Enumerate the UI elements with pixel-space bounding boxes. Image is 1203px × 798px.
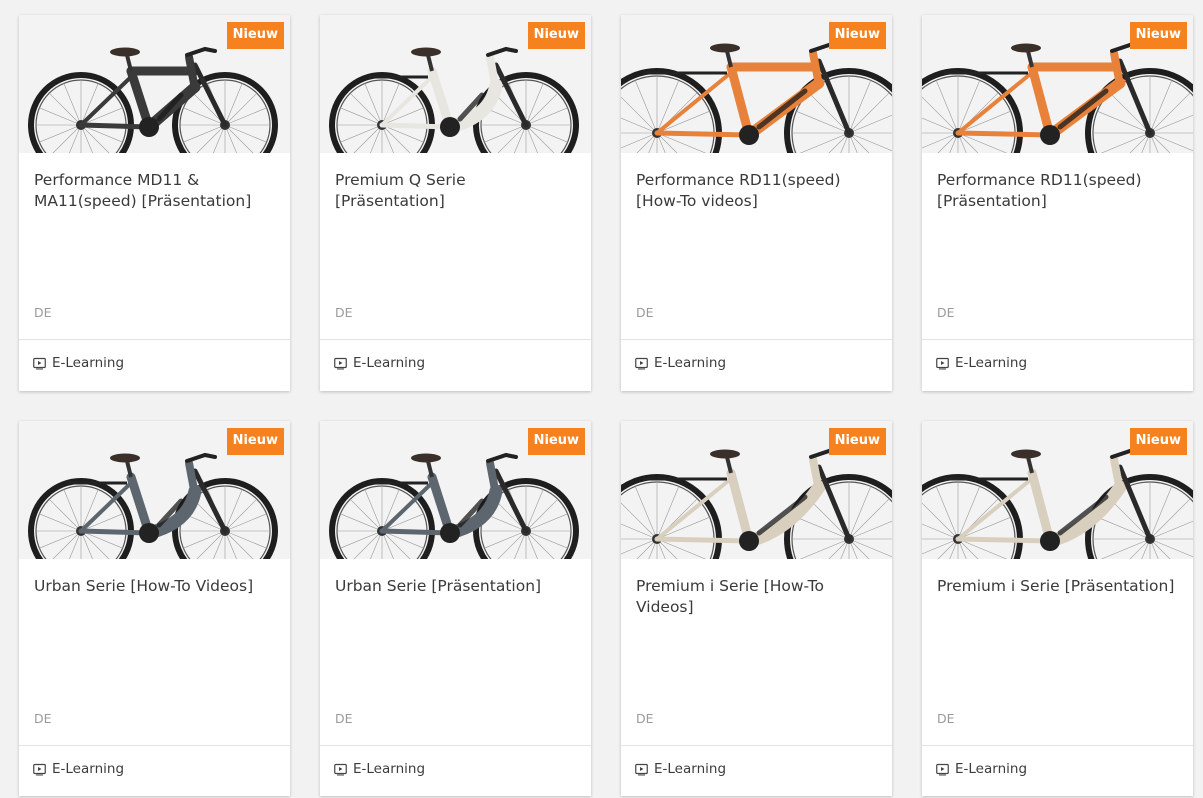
video-play-icon [33, 357, 46, 370]
new-badge: Nieuw [527, 22, 585, 49]
language-label: DE [937, 305, 955, 320]
course-type: E-Learning [936, 355, 1027, 371]
language-label: DE [937, 711, 955, 726]
course-type: E-Learning [33, 355, 124, 371]
course-type-label: E-Learning [52, 355, 125, 371]
course-title[interactable]: Performance MD11 & MA11(speed) [Präsenta… [34, 170, 278, 212]
language-label: DE [34, 711, 52, 726]
video-play-icon [33, 763, 46, 776]
video-play-icon [635, 357, 648, 370]
course-type: E-Learning [334, 761, 425, 777]
course-card[interactable]: Nieuw Premium i Serie [How-To Videos] DE… [621, 421, 892, 796]
new-badge: Nieuw [226, 22, 284, 49]
divider [621, 339, 892, 340]
course-title[interactable]: Premium i Serie [Präsentation] [937, 576, 1181, 597]
course-title[interactable]: Premium Q Serie [Präsentation] [335, 170, 579, 212]
course-title[interactable]: Performance RD11(speed) [Präsentation] [937, 170, 1181, 212]
course-type-label: E-Learning [654, 355, 727, 371]
divider [320, 745, 591, 746]
course-card[interactable]: Nieuw Urban Serie [How-To Videos] DE E-L… [19, 421, 290, 796]
course-type-label: E-Learning [654, 761, 727, 777]
video-play-icon [936, 357, 949, 370]
divider [922, 745, 1193, 746]
language-label: DE [335, 711, 353, 726]
course-type: E-Learning [635, 761, 726, 777]
course-title[interactable]: Performance RD11(speed) [How-To videos] [636, 170, 880, 212]
course-type: E-Learning [635, 355, 726, 371]
course-type: E-Learning [33, 761, 124, 777]
course-type: E-Learning [334, 355, 425, 371]
course-type: E-Learning [936, 761, 1027, 777]
course-type-label: E-Learning [353, 355, 426, 371]
new-badge: Nieuw [1129, 428, 1187, 455]
new-badge: Nieuw [1129, 22, 1187, 49]
divider [621, 745, 892, 746]
course-grid: Nieuw Performance MD11 & MA11(speed) [Pr… [19, 15, 1193, 796]
course-card[interactable]: Nieuw Performance RD11(speed) [Präsentat… [922, 15, 1193, 391]
divider [19, 745, 290, 746]
course-type-label: E-Learning [955, 761, 1028, 777]
video-play-icon [635, 763, 648, 776]
divider [922, 339, 1193, 340]
language-label: DE [636, 305, 654, 320]
course-type-label: E-Learning [955, 355, 1028, 371]
video-play-icon [334, 763, 347, 776]
course-card[interactable]: Nieuw Premium Q Serie [Präsentation] DE … [320, 15, 591, 391]
divider [19, 339, 290, 340]
new-badge: Nieuw [828, 22, 886, 49]
course-card[interactable]: Nieuw Performance RD11(speed) [How-To vi… [621, 15, 892, 391]
course-title[interactable]: Urban Serie [How-To Videos] [34, 576, 278, 597]
course-card[interactable]: Nieuw Urban Serie [Präsentation] DE E-Le… [320, 421, 591, 796]
course-type-label: E-Learning [353, 761, 426, 777]
new-badge: Nieuw [527, 428, 585, 455]
divider [320, 339, 591, 340]
course-card[interactable]: Nieuw Premium i Serie [Präsentation] DE … [922, 421, 1193, 796]
course-title[interactable]: Urban Serie [Präsentation] [335, 576, 579, 597]
course-type-label: E-Learning [52, 761, 125, 777]
language-label: DE [636, 711, 654, 726]
course-title[interactable]: Premium i Serie [How-To Videos] [636, 576, 880, 618]
video-play-icon [334, 357, 347, 370]
new-badge: Nieuw [828, 428, 886, 455]
new-badge: Nieuw [226, 428, 284, 455]
video-play-icon [936, 763, 949, 776]
language-label: DE [34, 305, 52, 320]
course-card[interactable]: Nieuw Performance MD11 & MA11(speed) [Pr… [19, 15, 290, 391]
language-label: DE [335, 305, 353, 320]
